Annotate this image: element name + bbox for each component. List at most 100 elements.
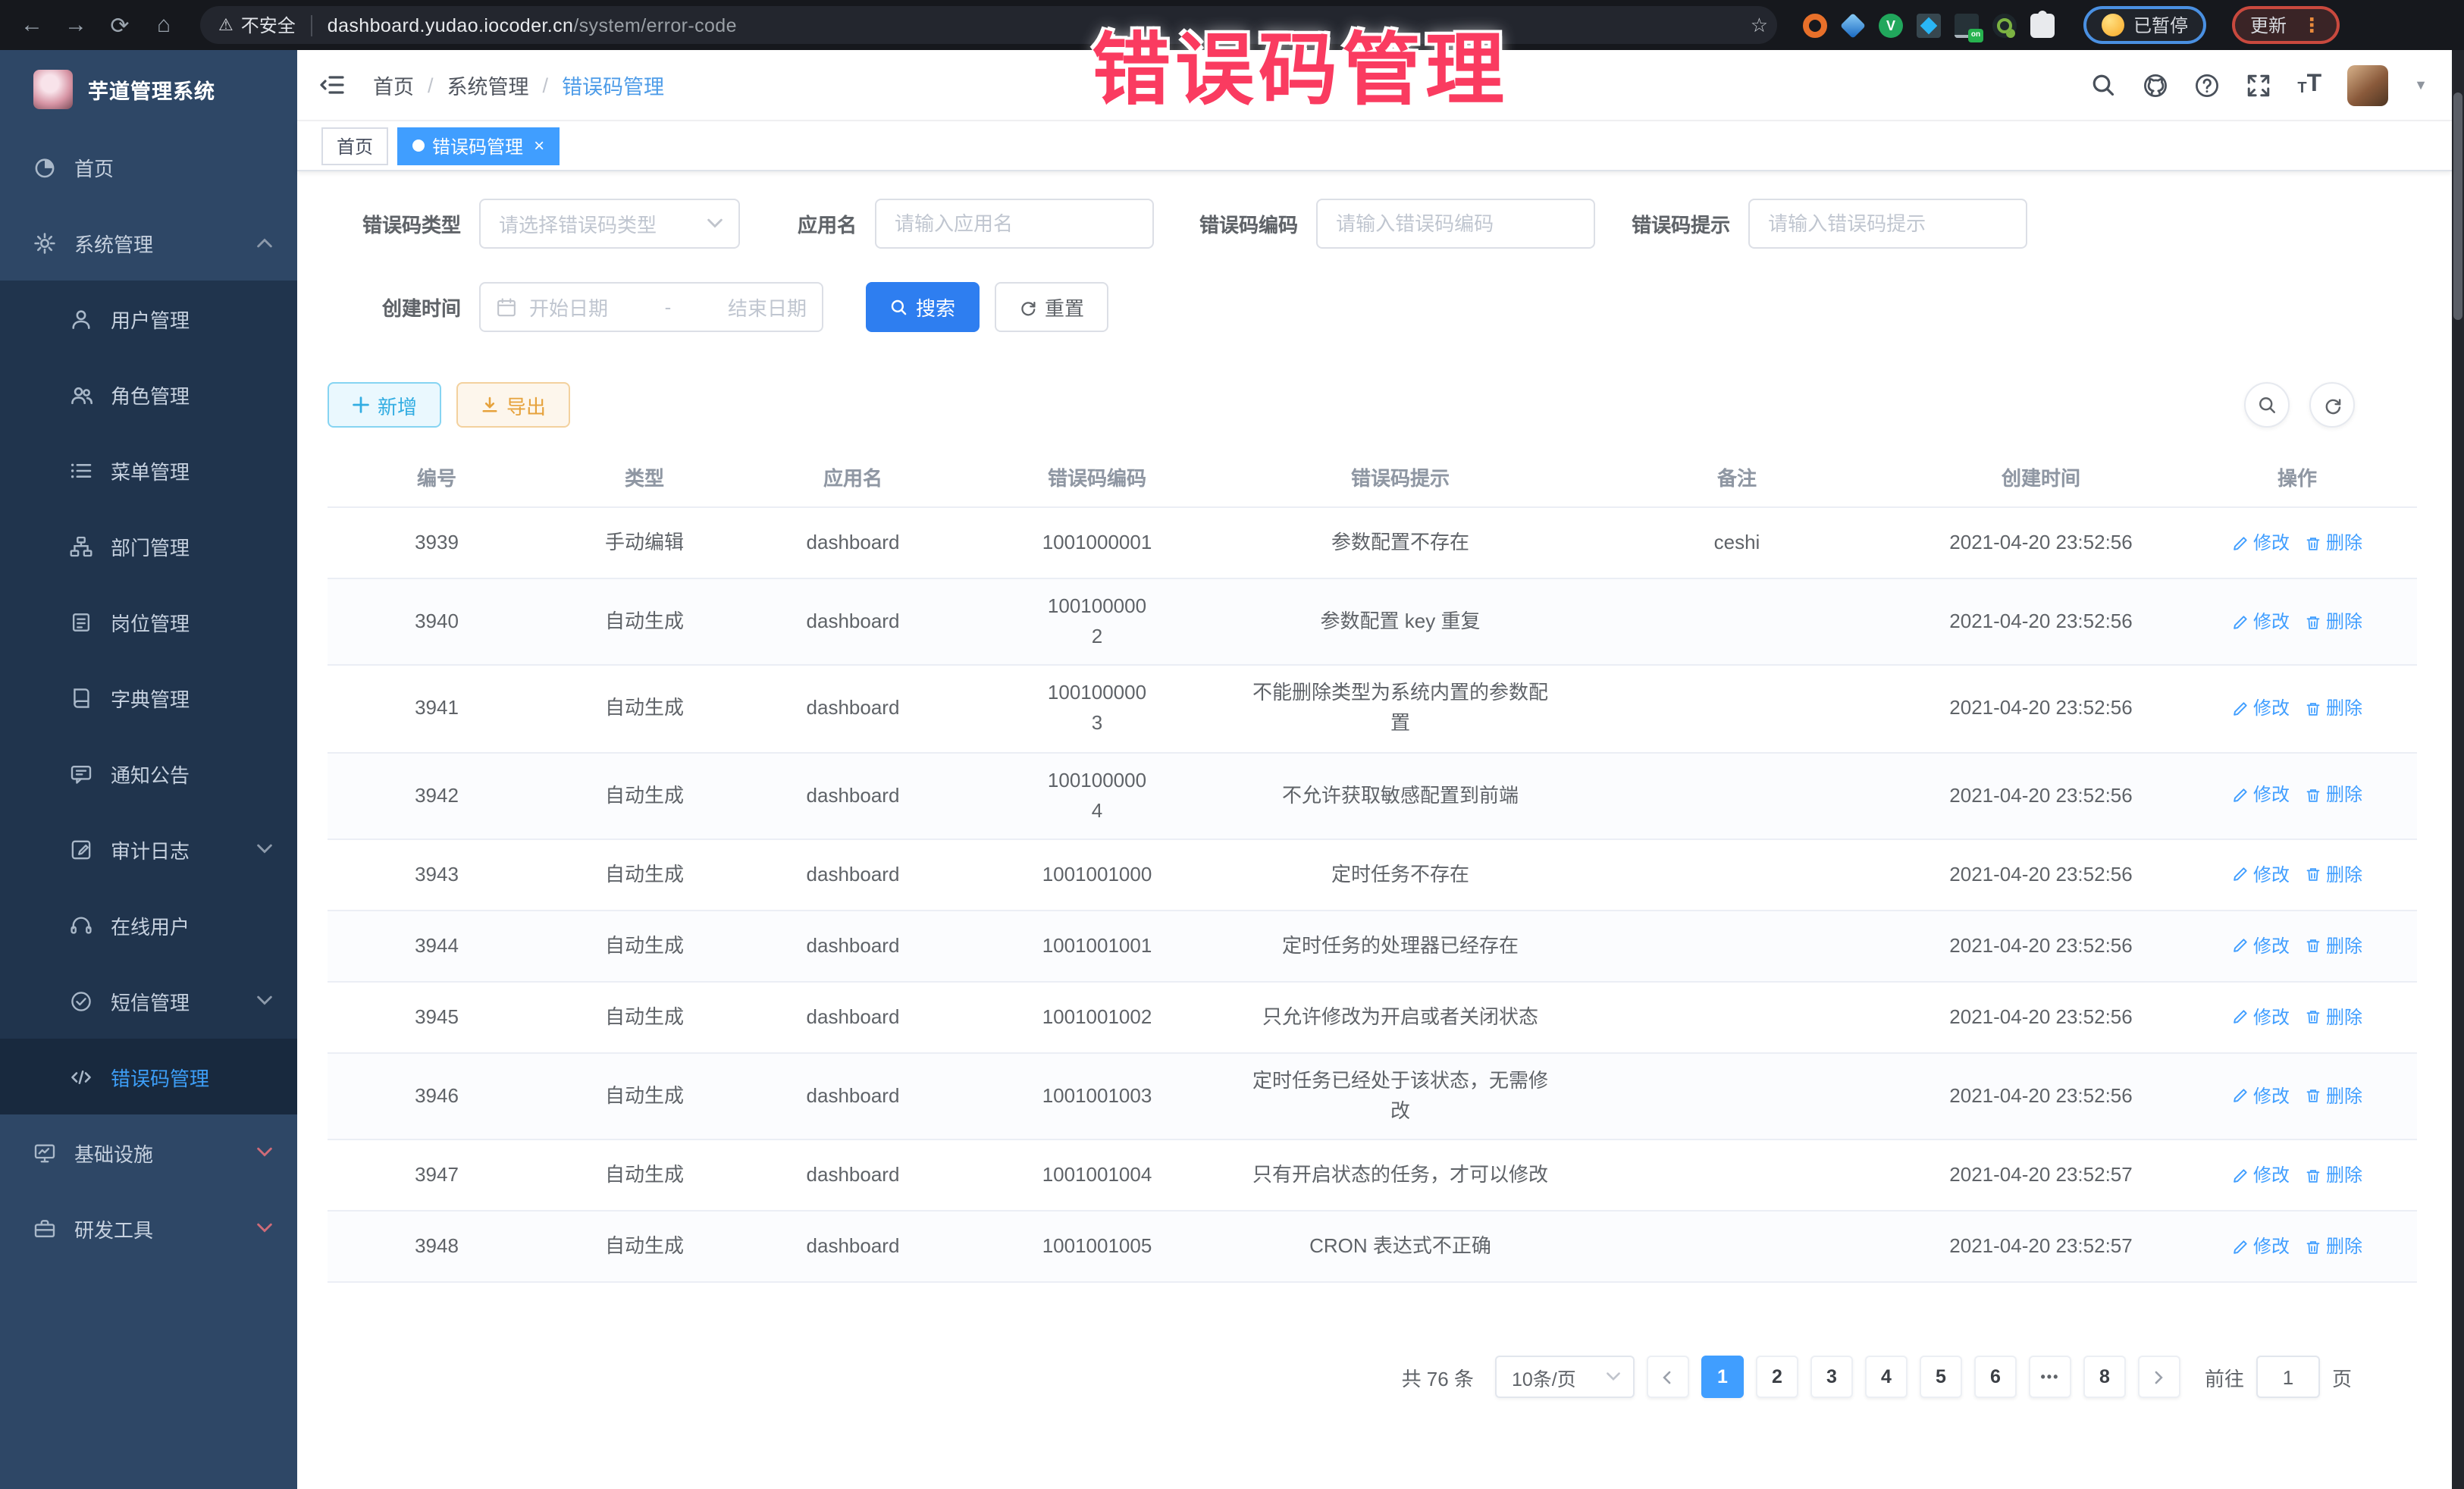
font-size-icon[interactable]: TT [2297, 73, 2321, 97]
more-pages-button[interactable]: ••• [2029, 1356, 2071, 1398]
total-count: 共 76 条 [1402, 1362, 1474, 1391]
sidebar-item-基础设施[interactable]: 基础设施 [0, 1114, 297, 1190]
page-button-2[interactable]: 2 [1756, 1356, 1798, 1398]
export-button[interactable]: 导出 [456, 382, 570, 428]
sidebar-item-通知公告[interactable]: 通知公告 [0, 735, 297, 811]
address-bar[interactable]: ⚠ 不安全 dashboard.yudao.iocoder.cn/system/… [200, 6, 1777, 44]
cell-actions: 修改删除 [2177, 1230, 2417, 1264]
goto-page-input[interactable] [2256, 1356, 2320, 1398]
search-button[interactable]: 搜索 [866, 282, 980, 332]
edit-link[interactable]: 修改 [2232, 1161, 2290, 1190]
sidebar: 芋道管理系统 首页系统管理用户管理角色管理菜单管理部门管理岗位管理字典管理通知公… [0, 50, 297, 1489]
error-code-input[interactable] [1318, 200, 1594, 247]
app-logo-row[interactable]: 芋道管理系统 [0, 50, 297, 129]
edit-link[interactable]: 修改 [2232, 932, 2290, 960]
page-button-6[interactable]: 6 [1974, 1356, 2017, 1398]
reload-icon[interactable]: ⟳ [103, 8, 136, 42]
sidebar-item-角色管理[interactable]: 角色管理 [0, 356, 297, 432]
sidebar-item-菜单管理[interactable]: 菜单管理 [0, 432, 297, 508]
sidebar-item-短信管理[interactable]: 短信管理 [0, 963, 297, 1039]
breadcrumb-item[interactable]: 系统管理 [447, 70, 529, 100]
chevron-down-icon[interactable]: ▼ [2414, 77, 2428, 92]
delete-link[interactable]: 删除 [2305, 1003, 2362, 1031]
v-extension-icon[interactable]: V [1879, 13, 1903, 37]
sidebar-item-部门管理[interactable]: 部门管理 [0, 508, 297, 584]
sidebar-item-字典管理[interactable]: 字典管理 [0, 660, 297, 735]
edit-link[interactable]: 修改 [2232, 1003, 2290, 1031]
delete-link[interactable]: 删除 [2305, 1161, 2362, 1190]
gem-extension-icon[interactable] [1840, 12, 1866, 38]
delete-link[interactable]: 删除 [2305, 860, 2362, 889]
help-icon[interactable] [2194, 72, 2220, 98]
puzzle-extension-icon[interactable] [2030, 13, 2055, 37]
edit-link[interactable]: 修改 [2232, 694, 2290, 723]
edit-link[interactable]: 修改 [2232, 528, 2290, 556]
page-button-8[interactable]: 8 [2083, 1356, 2126, 1398]
cell-hint: CRON 表达式不正确 [1231, 1228, 1569, 1265]
sidebar-item-岗位管理[interactable]: 岗位管理 [0, 584, 297, 660]
edit-link[interactable]: 修改 [2232, 860, 2290, 889]
browser-menu-icon[interactable]: ⋮ [2302, 13, 2321, 37]
next-page-button[interactable] [2138, 1356, 2180, 1398]
tag-错误码管理[interactable]: 错误码管理× [397, 127, 560, 165]
page-button-4[interactable]: 4 [1865, 1356, 1908, 1398]
sidebar-item-首页[interactable]: 首页 [0, 129, 297, 205]
tag-首页[interactable]: 首页 [321, 127, 388, 165]
ubuntu-extension-icon[interactable] [1803, 13, 1827, 37]
toggle-search-button[interactable] [2244, 382, 2290, 428]
forward-icon[interactable]: → [59, 8, 92, 42]
create-time-range-picker[interactable]: 开始日期 - 结束日期 [479, 282, 823, 332]
add-button[interactable]: 新增 [328, 382, 441, 428]
sidebar-item-在线用户[interactable]: 在线用户 [0, 887, 297, 963]
breadcrumb-item: 错误码管理 [562, 70, 664, 100]
edit-link[interactable]: 修改 [2232, 1233, 2290, 1261]
window-scrollbar[interactable] [2452, 50, 2464, 1489]
error-hint-input[interactable] [1750, 200, 2026, 247]
delete-link[interactable]: 删除 [2305, 608, 2362, 636]
user-avatar[interactable] [2347, 64, 2388, 105]
delete-link[interactable]: 删除 [2305, 694, 2362, 723]
close-icon[interactable]: × [534, 136, 544, 155]
sidebar-item-错误码管理[interactable]: 错误码管理 [0, 1039, 297, 1114]
delete-link[interactable]: 删除 [2305, 932, 2362, 960]
edit-icon [2232, 534, 2249, 551]
prev-page-button[interactable] [1647, 1356, 1689, 1398]
browser-update-button[interactable]: 更新 ⋮ [2232, 6, 2340, 44]
grid-extension-icon[interactable] [1917, 13, 1941, 37]
page-size-select[interactable]: 10条/页 [1495, 1356, 1635, 1398]
app-name-input[interactable] [876, 200, 1152, 247]
edit-link[interactable]: 修改 [2232, 1082, 2290, 1110]
delete-label: 删除 [2326, 932, 2362, 960]
error-type-select[interactable]: 请选择错误码类型 [479, 199, 740, 249]
chevron-right-icon [2151, 1368, 2168, 1385]
delete-link[interactable]: 删除 [2305, 1233, 2362, 1261]
reset-button[interactable]: 重置 [995, 282, 1108, 332]
home-icon[interactable]: ⌂ [147, 8, 180, 42]
search-icon[interactable] [2091, 72, 2117, 98]
fullscreen-icon[interactable] [2246, 72, 2271, 98]
breadcrumb-item[interactable]: 首页 [373, 70, 414, 100]
delete-link[interactable]: 删除 [2305, 528, 2362, 556]
scrollbar-thumb[interactable] [2453, 92, 2462, 320]
page-button-1[interactable]: 1 [1701, 1356, 1744, 1398]
edit-link[interactable]: 修改 [2232, 608, 2290, 636]
sidebar-item-系统管理[interactable]: 系统管理 [0, 205, 297, 281]
sidebar-item-审计日志[interactable]: 审计日志 [0, 811, 297, 887]
key-extension-icon[interactable] [1992, 13, 2017, 37]
sidebar-item-用户管理[interactable]: 用户管理 [0, 281, 297, 356]
delete-link[interactable]: 删除 [2305, 1082, 2362, 1110]
sidebar-item-研发工具[interactable]: 研发工具 [0, 1190, 297, 1266]
back-icon[interactable]: ← [15, 8, 49, 42]
github-icon[interactable] [2143, 72, 2168, 98]
edit-link[interactable]: 修改 [2232, 782, 2290, 810]
refresh-table-button[interactable] [2309, 382, 2355, 428]
page-button-5[interactable]: 5 [1920, 1356, 1962, 1398]
bookmark-star-icon[interactable]: ☆ [1751, 13, 1768, 37]
collapse-sidebar-icon[interactable] [318, 73, 346, 97]
switch-extension-icon[interactable]: on [1955, 13, 1979, 37]
profile-paused-badge[interactable]: 已暂停 [2083, 6, 2206, 44]
delete-link[interactable]: 删除 [2305, 782, 2362, 810]
page-button-3[interactable]: 3 [1810, 1356, 1853, 1398]
cell-actions: 修改删除 [2177, 691, 2417, 726]
navbar-actions: TT ▼ [2091, 64, 2428, 105]
